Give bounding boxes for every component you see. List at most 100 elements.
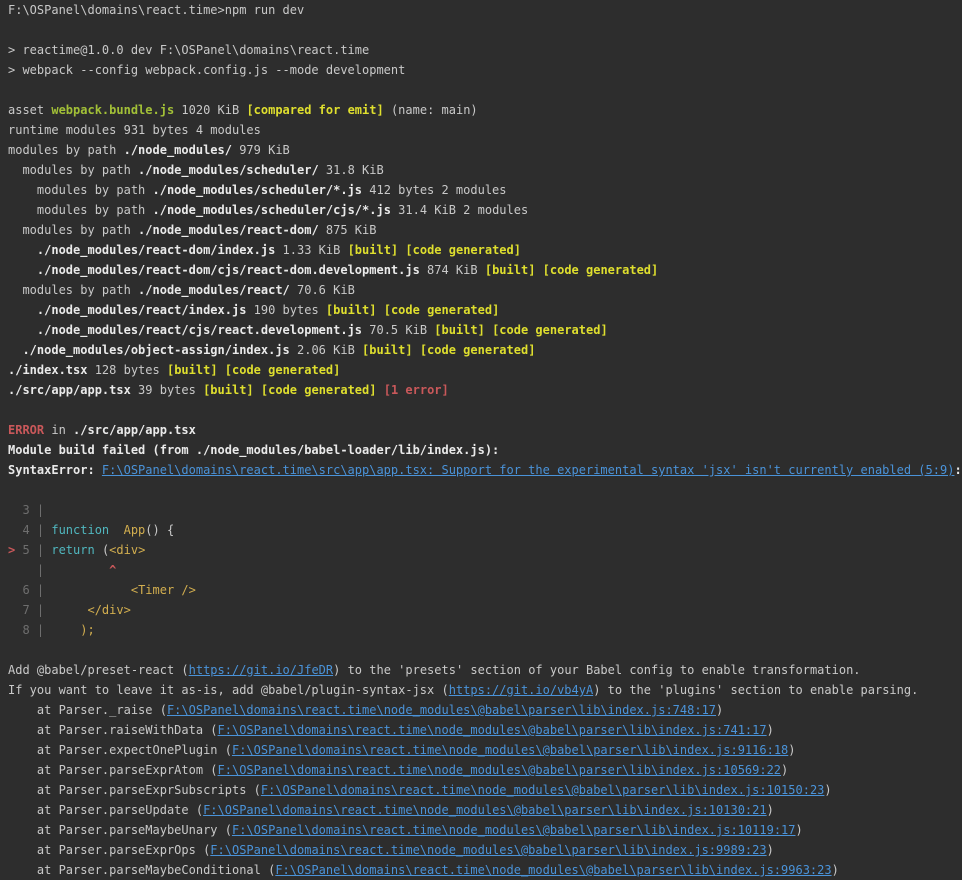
terminal-text: 7 | bbox=[8, 603, 52, 617]
terminal-text: at Parser.parseExprAtom ( bbox=[8, 763, 218, 777]
terminal-line: > webpack --config webpack.config.js --m… bbox=[8, 60, 962, 80]
terminal-text: : bbox=[954, 463, 962, 477]
terminal-line: modules by path ./node_modules/scheduler… bbox=[8, 180, 962, 200]
terminal-text: ) bbox=[766, 843, 774, 857]
terminal-text: F:\OSPanel\domains\react.time>npm run de… bbox=[8, 3, 305, 17]
terminal-text: ERROR bbox=[8, 423, 45, 437]
terminal-link[interactable]: F:\OSPanel\domains\react.time\node_modul… bbox=[275, 863, 831, 877]
terminal-text: at Parser.parseUpdate ( bbox=[8, 803, 204, 817]
terminal-text: ) bbox=[788, 743, 796, 757]
terminal-text: ) bbox=[795, 823, 803, 837]
terminal-text: 128 bytes bbox=[87, 363, 167, 377]
terminal-text: 3 | bbox=[8, 503, 45, 517]
terminal-text: [code generated] bbox=[542, 263, 659, 277]
terminal-text: 70.6 KiB bbox=[289, 283, 355, 297]
terminal-text: [code generated] bbox=[224, 363, 341, 377]
terminal-text: 2.06 KiB bbox=[289, 343, 363, 357]
terminal-line: modules by path ./node_modules/scheduler… bbox=[8, 200, 962, 220]
terminal-link[interactable]: F:\OSPanel\domains\react.time\node_modul… bbox=[232, 743, 788, 757]
terminal-line: If you want to leave it as-is, add @babe… bbox=[8, 680, 962, 700]
terminal-link[interactable]: https://git.io/JfeDR bbox=[189, 663, 334, 677]
terminal-text: modules by path bbox=[8, 183, 153, 197]
terminal-link[interactable]: F:\OSPanel\domains\react.time\node_modul… bbox=[167, 703, 716, 717]
terminal-line: at Parser.parseMaybeConditional (F:\OSPa… bbox=[8, 860, 962, 880]
terminal-text: [code generated] bbox=[260, 383, 377, 397]
terminal-text: 31.4 KiB 2 modules bbox=[390, 203, 529, 217]
terminal-text: modules by path bbox=[8, 203, 153, 217]
terminal-text: ) bbox=[766, 723, 774, 737]
terminal-text: at Parser._raise ( bbox=[8, 703, 167, 717]
terminal-line: modules by path ./node_modules/react/ 70… bbox=[8, 280, 962, 300]
terminal-line: | ^ bbox=[8, 560, 962, 580]
terminal-text: > reactime@1.0.0 dev F:\OSPanel\domains\… bbox=[8, 43, 370, 57]
terminal-text: SyntaxError: bbox=[8, 463, 102, 477]
terminal-text: Add @babel/preset-react ( bbox=[8, 663, 189, 677]
terminal-text: ./node_modules/scheduler/ bbox=[138, 163, 319, 177]
terminal-line: modules by path ./node_modules/react-dom… bbox=[8, 220, 962, 240]
terminal-text: ) bbox=[824, 783, 832, 797]
terminal-text: [built] bbox=[325, 303, 377, 317]
terminal-text: ./node_modules/object-assign/index.js bbox=[22, 343, 290, 357]
terminal-text: 412 bytes 2 modules bbox=[362, 183, 507, 197]
terminal-line: SyntaxError: F:\OSPanel\domains\react.ti… bbox=[8, 460, 962, 480]
terminal-text: ( bbox=[94, 543, 110, 557]
terminal-text: 1.33 KiB bbox=[275, 243, 348, 257]
terminal-text: runtime modules 931 bytes 4 modules bbox=[8, 123, 261, 137]
terminal-text: ) to the 'presets' section of your Babel… bbox=[333, 663, 861, 677]
terminal-text: in bbox=[44, 423, 74, 437]
terminal-text: [built] bbox=[434, 323, 485, 337]
terminal-output[interactable]: F:\OSPanel\domains\react.time>npm run de… bbox=[0, 0, 962, 878]
terminal-text: ) bbox=[716, 703, 724, 717]
terminal-text: ) bbox=[781, 763, 789, 777]
terminal-text: [compared for emit] bbox=[246, 103, 384, 117]
terminal-line: at Parser._raise (F:\OSPanel\domains\rea… bbox=[8, 700, 962, 720]
terminal-link[interactable]: https://git.io/vb4yA bbox=[449, 683, 594, 697]
terminal-text: [built] bbox=[166, 363, 218, 377]
terminal-text: [code generated] bbox=[405, 243, 521, 257]
terminal-line: modules by path ./node_modules/ 979 KiB bbox=[8, 140, 962, 160]
terminal-text: [built] bbox=[347, 243, 399, 257]
terminal-text: () { bbox=[145, 523, 175, 537]
terminal-line: ./src/app/app.tsx 39 bytes [built] [code… bbox=[8, 380, 962, 400]
terminal-line: > reactime@1.0.0 dev F:\OSPanel\domains\… bbox=[8, 40, 962, 60]
terminal-link[interactable]: F:\OSPanel\domains\react.time\node_modul… bbox=[232, 823, 796, 837]
terminal-line: ./index.tsx 128 bytes [built] [code gene… bbox=[8, 360, 962, 380]
terminal-text: modules by path bbox=[8, 223, 139, 237]
terminal-line: ./node_modules/react/index.js 190 bytes … bbox=[8, 300, 962, 320]
terminal-text: ./node_modules/react-dom/index.js bbox=[36, 243, 276, 257]
terminal-line: Add @babel/preset-react (https://git.io/… bbox=[8, 660, 962, 680]
terminal-text: [built] bbox=[362, 343, 413, 357]
terminal-link[interactable]: F:\OSPanel\domains\react.time\node_modul… bbox=[218, 763, 782, 777]
terminal-text: 190 bytes bbox=[246, 303, 326, 317]
terminal-text: 979 KiB bbox=[231, 143, 290, 157]
terminal-line: at Parser.parseMaybeUnary (F:\OSPanel\do… bbox=[8, 820, 962, 840]
terminal-text: > webpack --config webpack.config.js --m… bbox=[8, 63, 406, 77]
terminal-link[interactable]: F:\OSPanel\domains\react.time\node_modul… bbox=[203, 803, 767, 817]
terminal-text: If you want to leave it as-is, add @babe… bbox=[8, 683, 449, 697]
terminal-text: [1 error] bbox=[383, 383, 449, 397]
terminal-text: function bbox=[51, 523, 110, 537]
terminal-link[interactable]: F:\OSPanel\domains\react.time\node_modul… bbox=[261, 783, 825, 797]
terminal-line: 6 | <Timer /> bbox=[8, 580, 962, 600]
terminal-text: webpack.bundle.js bbox=[51, 103, 175, 117]
terminal-link[interactable]: F:\OSPanel\domains\react.time\node_modul… bbox=[218, 723, 767, 737]
terminal-text: ^ bbox=[109, 563, 117, 577]
terminal-text: ) to the 'plugins' section to enable par… bbox=[593, 683, 919, 697]
terminal-link[interactable]: F:\OSPanel\domains\react.time\src\app\ap… bbox=[102, 463, 955, 477]
terminal-link[interactable]: F:\OSPanel\domains\react.time\node_modul… bbox=[210, 843, 766, 857]
terminal-line: ERROR in ./src/app/app.tsx bbox=[8, 420, 962, 440]
terminal-text: </div> bbox=[87, 603, 131, 617]
terminal-text: ) bbox=[766, 803, 774, 817]
terminal-line: F:\OSPanel\domains\react.time>npm run de… bbox=[8, 0, 962, 20]
terminal-text: at Parser.expectOnePlugin ( bbox=[8, 743, 232, 757]
